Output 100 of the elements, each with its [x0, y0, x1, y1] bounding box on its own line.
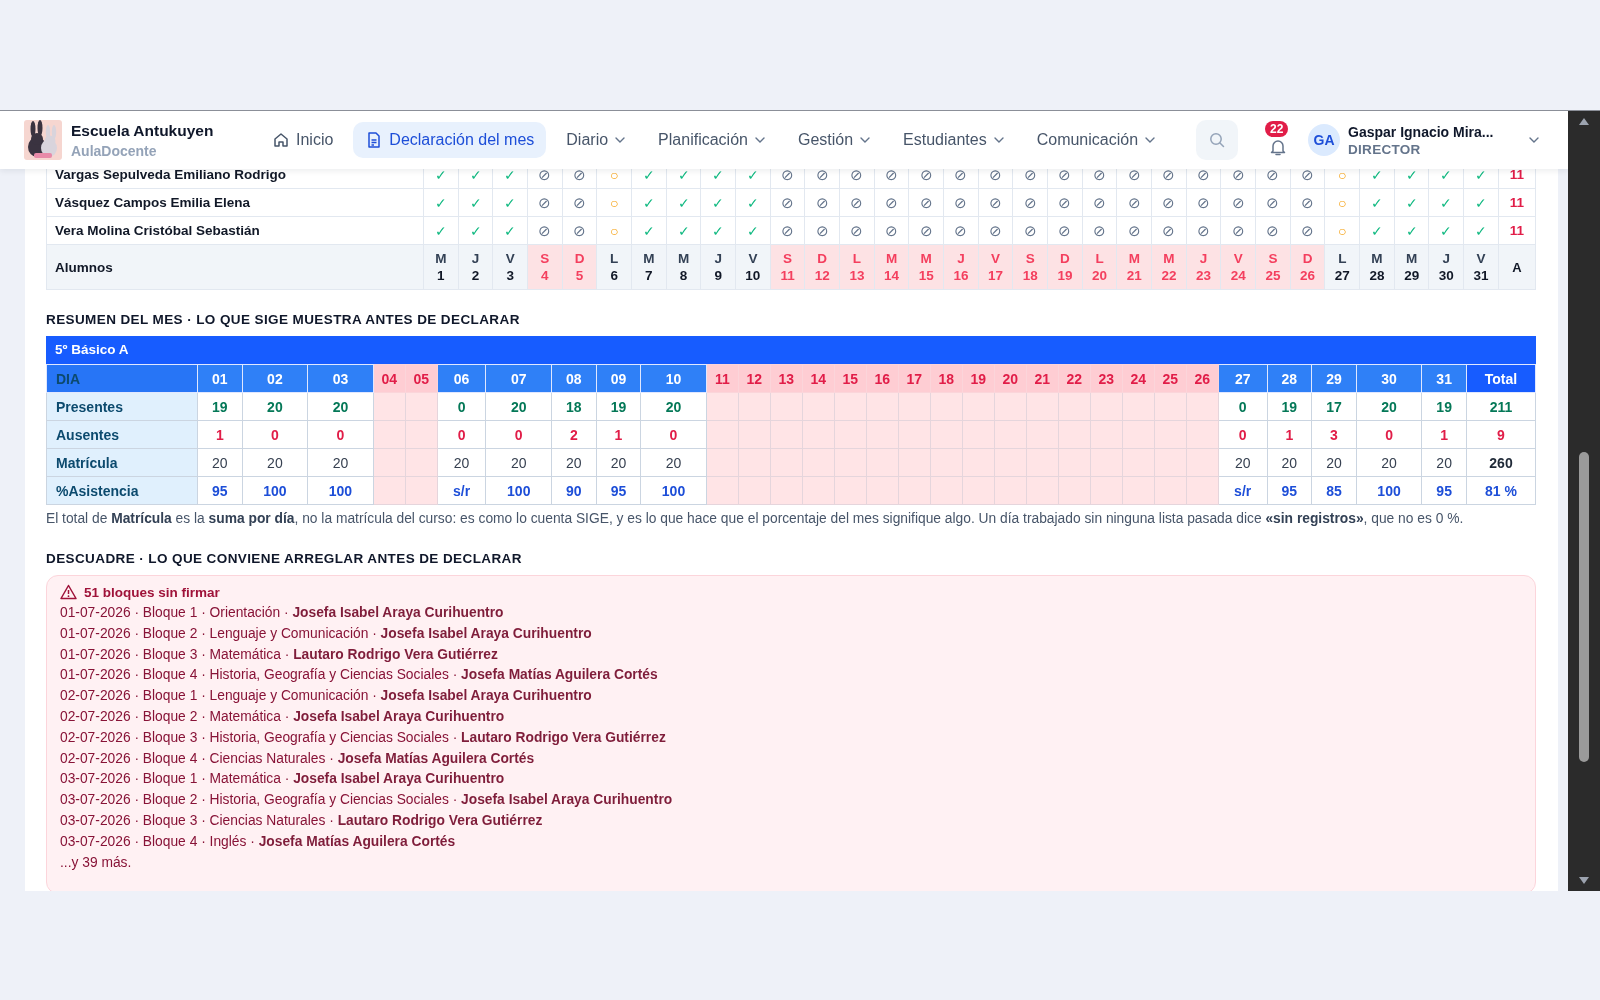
- table-cell: 20: [596, 448, 641, 477]
- day-header: 26: [1186, 364, 1219, 393]
- nav-item[interactable]: Comunicación: [1024, 122, 1169, 158]
- table-cell: 19: [596, 392, 641, 421]
- pending-mark: ○: [1338, 166, 1347, 183]
- check-mark: ✓: [642, 194, 655, 211]
- no-record-mark: ⊘: [1127, 193, 1141, 211]
- no-record-mark: ⊘: [1301, 221, 1315, 239]
- unsigned-block-entry: 01-07-2026 · Bloque 2 · Lenguaje y Comunicación · Josefa Isabel Araya Curihuentro: [60, 624, 592, 643]
- day-header: 02: [242, 364, 308, 393]
- no-record-mark: ⊘: [1023, 221, 1037, 239]
- check-mark: ✓: [712, 166, 725, 183]
- table-cell: 95: [197, 476, 243, 505]
- table-cell: 0: [437, 392, 486, 421]
- check-mark: ✓: [642, 222, 655, 239]
- table-cell: 95: [1267, 476, 1312, 505]
- table-cell: 1: [596, 420, 641, 449]
- day-header: J 23: [1186, 244, 1221, 290]
- absence-total: 11: [1498, 216, 1536, 245]
- nav-item[interactable]: Planificación: [646, 122, 778, 158]
- no-record-mark: ⊘: [538, 221, 552, 239]
- check-mark: ✓: [746, 166, 759, 183]
- no-record-mark: ⊘: [1266, 221, 1280, 239]
- nav-item[interactable]: Gestión: [785, 122, 884, 158]
- day-header: 25: [1154, 364, 1187, 393]
- scrollbar-thumb[interactable]: [1579, 452, 1589, 762]
- table-cell: 20: [197, 448, 243, 477]
- scroll-up-icon[interactable]: [1579, 117, 1589, 125]
- no-record-mark: ⊘: [1301, 193, 1315, 211]
- day-header: D 5: [562, 244, 597, 290]
- no-record-mark: ⊘: [1266, 193, 1280, 211]
- no-record-mark: ⊘: [1231, 165, 1245, 183]
- no-record-mark: ⊘: [885, 193, 899, 211]
- day-header: D 19: [1047, 244, 1083, 290]
- warning-title: 51 bloques sin firmar: [84, 584, 220, 600]
- day-header: 18: [930, 364, 963, 393]
- no-record-mark: ⊘: [919, 193, 933, 211]
- check-mark: ✓: [746, 194, 759, 211]
- day-header: V 24: [1220, 244, 1256, 290]
- table-cell: 0: [1356, 420, 1422, 449]
- no-record-mark: ⊘: [885, 165, 899, 183]
- unsigned-block-entry: 03-07-2026 · Bloque 1 · Matemática · Josefa Isabel Araya Curihuentro: [60, 770, 505, 789]
- notifications-button[interactable]: 22: [1264, 121, 1296, 159]
- no-record-mark: ⊘: [1231, 221, 1245, 239]
- table-cell: 100: [485, 476, 552, 505]
- day-header: 01: [197, 364, 243, 393]
- day-header: D 12: [804, 244, 840, 290]
- day-header: V 3: [492, 244, 528, 290]
- day-header: M 7: [631, 244, 667, 290]
- no-record-mark: ⊘: [954, 221, 968, 239]
- nav-item[interactable]: Estudiantes: [891, 122, 1017, 158]
- scrollbar[interactable]: [1568, 111, 1600, 891]
- table-cell: 20: [640, 392, 707, 421]
- day-header: S 11: [770, 244, 805, 290]
- day-header: 24: [1122, 364, 1155, 393]
- day-header: 11: [706, 364, 739, 393]
- no-record-mark: ⊘: [1058, 221, 1072, 239]
- table-cell: 17: [1311, 392, 1357, 421]
- day-header: D 26: [1290, 244, 1325, 290]
- home-icon: [272, 131, 290, 149]
- pending-mark: ○: [609, 166, 619, 183]
- no-record-mark: ⊘: [1023, 165, 1037, 183]
- no-record-mark: ⊘: [885, 221, 899, 239]
- table-cell: 85: [1311, 476, 1357, 505]
- no-record-mark: ⊘: [1162, 193, 1176, 211]
- table-cell: 20: [242, 392, 308, 421]
- day-header: 08: [551, 364, 597, 393]
- scroll-down-icon[interactable]: [1579, 877, 1589, 885]
- table-cell: 20: [1311, 448, 1357, 477]
- day-header: 03: [307, 364, 374, 393]
- nav-item[interactable]: Inicio: [260, 122, 346, 158]
- check-mark: ✓: [434, 222, 447, 239]
- table-cell: 100: [1356, 476, 1422, 505]
- user-avatar: GA: [1308, 124, 1340, 156]
- day-header: 10: [640, 364, 707, 393]
- table-cell: 20: [485, 392, 552, 421]
- check-mark: ✓: [677, 222, 690, 239]
- day-header: M 29: [1394, 244, 1429, 290]
- day-header: 23: [1090, 364, 1123, 393]
- no-record-mark: ⊘: [1127, 165, 1141, 183]
- total-cell: 260: [1466, 448, 1536, 477]
- check-mark: ✓: [469, 222, 482, 239]
- nav-item[interactable]: Diario: [554, 122, 639, 158]
- school-name: Escuela Antukuyen: [71, 121, 214, 140]
- table-cell: s/r: [1218, 476, 1268, 505]
- row-label: Presentes: [46, 392, 198, 421]
- no-record-mark: ⊘: [954, 165, 968, 183]
- nav-item[interactable]: Declaración del mes: [353, 122, 547, 158]
- row-label: %Asistencia: [46, 476, 198, 505]
- no-record-mark: ⊘: [1093, 193, 1107, 211]
- day-header: L 13: [839, 244, 875, 290]
- table-cell: 19: [1267, 392, 1312, 421]
- no-record-mark: ⊘: [989, 165, 1003, 183]
- day-header: L 6: [596, 244, 632, 290]
- table-cell: 20: [307, 448, 374, 477]
- day-header: J 30: [1429, 244, 1464, 290]
- table-cell: 20: [1421, 448, 1467, 477]
- day-header: 27: [1218, 364, 1268, 393]
- column-header: DIA: [46, 364, 198, 393]
- check-mark: ✓: [1405, 166, 1418, 183]
